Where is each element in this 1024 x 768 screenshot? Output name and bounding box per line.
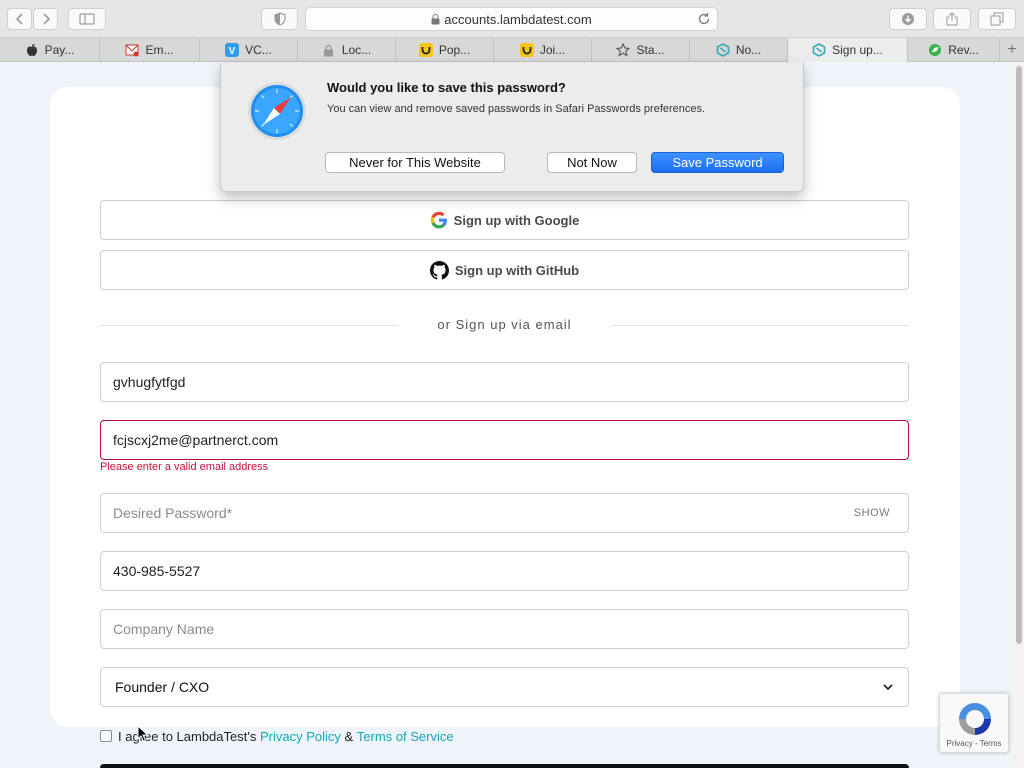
- forward-button[interactable]: [33, 8, 58, 30]
- amp-text: &: [344, 728, 354, 744]
- tab-email[interactable]: Em...: [100, 38, 200, 62]
- terms-of-service-link[interactable]: Terms of Service: [357, 729, 454, 744]
- name-input[interactable]: gvhugfytfgd: [100, 362, 909, 402]
- tab-label: No...: [735, 43, 762, 57]
- divider-line-right: [612, 325, 909, 326]
- smiley-icon: [418, 43, 433, 57]
- role-value: Founder / CXO: [115, 679, 210, 695]
- save-password-popover: Would you like to save this password? Yo…: [220, 63, 804, 192]
- company-placeholder: Company Name: [113, 621, 215, 637]
- password-input[interactable]: Desired Password* SHOW: [100, 493, 909, 533]
- back-button[interactable]: [7, 8, 32, 30]
- tab-joi[interactable]: Joi...: [494, 38, 592, 62]
- lock-icon: [322, 43, 336, 57]
- tab-overview-button[interactable]: [978, 8, 1016, 30]
- password-placeholder: Desired Password*: [113, 505, 233, 521]
- browser-toolbar: accounts.lambdatest.com: [0, 0, 1024, 38]
- name-value: gvhugfytfgd: [113, 374, 186, 390]
- email-icon: [125, 43, 139, 57]
- lambdatest-icon: [716, 43, 730, 57]
- company-input[interactable]: Company Name: [100, 609, 909, 649]
- star-icon: [616, 43, 631, 57]
- url-text: accounts.lambdatest.com: [444, 11, 592, 27]
- github-signup-button[interactable]: Sign up with GitHub: [100, 250, 909, 290]
- tab-label: Em...: [145, 43, 174, 57]
- privacy-shield-button[interactable]: [261, 8, 298, 30]
- role-select[interactable]: Founder / CXO: [100, 667, 909, 707]
- recaptcha-icon: [959, 703, 991, 735]
- email-input[interactable]: fcjscxj2me@partnerct.com: [100, 420, 909, 460]
- tab-rev[interactable]: Rev...: [908, 38, 1000, 62]
- privacy-policy-link[interactable]: Privacy Policy: [260, 729, 341, 744]
- tab-label: Pop...: [438, 43, 471, 57]
- address-bar[interactable]: accounts.lambdatest.com: [305, 7, 718, 31]
- chevron-down-icon: [883, 684, 893, 691]
- share-button[interactable]: [933, 8, 971, 30]
- submit-button[interactable]: [100, 764, 909, 768]
- popover-title: Would you like to save this password?: [327, 80, 566, 95]
- tab-label: Pay...: [44, 43, 75, 57]
- email-value: fcjscxj2me@partnerct.com: [113, 432, 279, 448]
- tab-label: Loc...: [341, 43, 372, 57]
- phone-value: 430-985-5527: [113, 563, 201, 579]
- plus-icon: +: [1007, 41, 1017, 58]
- github-signup-label: Sign up with GitHub: [454, 262, 580, 278]
- chevron-right-icon: [42, 13, 50, 25]
- safari-compass-icon: [248, 82, 306, 140]
- tab-no[interactable]: No...: [690, 38, 788, 62]
- tab-label: Sign up...: [832, 43, 883, 57]
- mouse-cursor-icon: [137, 725, 149, 743]
- lambdatest-icon: [812, 43, 826, 57]
- scrollbar-thumb[interactable]: [1016, 66, 1022, 644]
- download-icon: [902, 13, 914, 25]
- chevron-left-icon: [15, 13, 23, 25]
- github-icon: [429, 260, 449, 280]
- show-password-toggle[interactable]: SHOW: [854, 507, 890, 519]
- downloads-button[interactable]: [889, 8, 927, 30]
- not-now-button[interactable]: Not Now: [547, 152, 637, 173]
- sidebar-button[interactable]: [68, 8, 106, 30]
- phone-input[interactable]: 430-985-5527: [100, 551, 909, 591]
- tab-label: Sta...: [636, 43, 665, 57]
- shield-icon: [274, 12, 285, 26]
- tab-label: Joi...: [539, 43, 566, 57]
- new-tab-button[interactable]: +: [1000, 38, 1024, 62]
- recaptcha-badge[interactable]: Privacy - Terms: [939, 693, 1009, 753]
- vimeo-icon: V: [225, 43, 240, 57]
- popover-subtitle: You can view and remove saved passwords …: [327, 103, 706, 115]
- apple-icon: [25, 43, 39, 57]
- reload-icon[interactable]: [697, 12, 711, 26]
- tab-pay[interactable]: Pay...: [0, 38, 100, 62]
- sidebar-icon: [79, 13, 95, 25]
- tab-label: VC...: [245, 43, 272, 57]
- google-signup-label: Sign up with Google: [453, 212, 580, 228]
- tab-label: Rev...: [948, 43, 979, 57]
- green-leaf-icon: [928, 43, 942, 57]
- lock-icon: [431, 13, 440, 24]
- google-signup-button[interactable]: Sign up with Google: [100, 200, 909, 240]
- agree-checkbox[interactable]: [100, 730, 112, 742]
- tabs-icon: [990, 12, 1004, 26]
- agree-terms-row: I agree to LambdaTest's Privacy Policy &…: [100, 728, 454, 744]
- save-password-button[interactable]: Save Password: [651, 152, 784, 173]
- share-icon: [946, 12, 958, 26]
- svg-text:V: V: [229, 46, 236, 57]
- tab-bar: Pay... Em... V VC... Loc... Pop... Joi..…: [0, 38, 1024, 62]
- tab-pop[interactable]: Pop...: [396, 38, 494, 62]
- email-error-message: Please enter a valid email address: [100, 461, 269, 473]
- email-divider: or Sign up via email: [100, 317, 909, 335]
- tab-loc[interactable]: Loc...: [298, 38, 396, 62]
- smiley-icon: [519, 43, 534, 57]
- tab-sign-up[interactable]: Sign up...: [788, 38, 908, 62]
- tab-vc[interactable]: V VC...: [200, 38, 298, 62]
- page-scrollbar[interactable]: [1014, 63, 1024, 768]
- recaptcha-links[interactable]: Privacy - Terms: [940, 739, 1008, 748]
- tab-sta[interactable]: Sta...: [592, 38, 690, 62]
- google-icon: [430, 211, 447, 229]
- never-for-this-website-button[interactable]: Never for This Website: [325, 152, 505, 173]
